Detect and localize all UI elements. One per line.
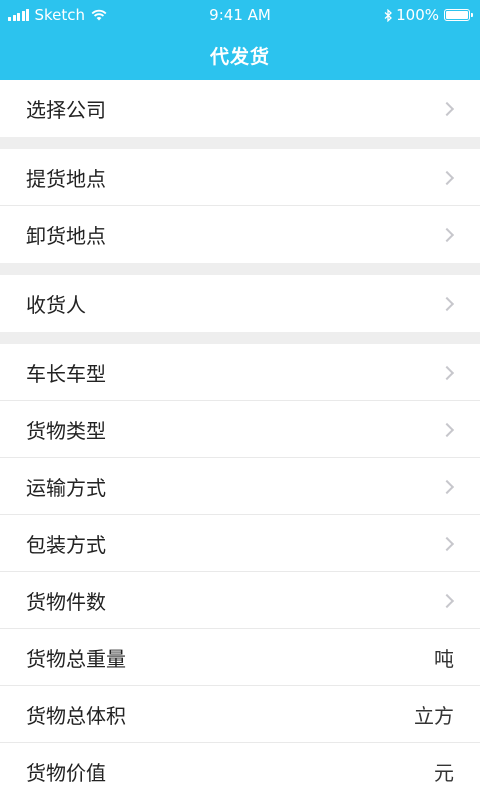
form-list: 选择公司 提货地点 卸货地点 收货人 车长车型 货物类型 运输方式 包装方式 货… xyxy=(0,80,480,800)
row-label: 货物价值 xyxy=(26,761,106,785)
group-company: 选择公司 xyxy=(0,80,480,137)
row-total-volume[interactable]: 货物总体积 立方 xyxy=(0,686,480,743)
row-cargo-value[interactable]: 货物价值 元 xyxy=(0,743,480,800)
status-right: 100% xyxy=(384,6,473,24)
chevron-right-icon xyxy=(439,101,455,116)
row-label: 货物件数 xyxy=(26,590,106,614)
row-select-company[interactable]: 选择公司 xyxy=(0,80,480,137)
chevron-right-icon xyxy=(439,227,455,242)
row-label: 卸货地点 xyxy=(26,224,106,248)
row-label: 收货人 xyxy=(26,293,86,317)
section-gap xyxy=(0,137,480,149)
bluetooth-icon xyxy=(384,8,393,22)
row-cargo-count[interactable]: 货物件数 xyxy=(0,572,480,629)
chevron-right-icon xyxy=(439,593,455,608)
chevron-right-icon xyxy=(439,479,455,494)
chevron-right-icon xyxy=(439,296,455,311)
chevron-right-icon xyxy=(439,170,455,185)
row-label: 包装方式 xyxy=(26,533,106,557)
row-consignee[interactable]: 收货人 xyxy=(0,275,480,332)
row-total-weight[interactable]: 货物总重量 吨 xyxy=(0,629,480,686)
row-label: 运输方式 xyxy=(26,476,106,500)
row-pickup-location[interactable]: 提货地点 xyxy=(0,149,480,206)
row-unload-location[interactable]: 卸货地点 xyxy=(0,206,480,263)
status-bar: Sketch 9:41 AM 100% xyxy=(0,0,480,30)
battery-icon xyxy=(444,9,473,21)
unit-label: 元 xyxy=(434,761,454,785)
section-gap xyxy=(0,332,480,344)
group-cargo: 车长车型 货物类型 运输方式 包装方式 货物件数 货物总重量 吨 货物总体积 立… xyxy=(0,344,480,800)
section-gap xyxy=(0,263,480,275)
chevron-right-icon xyxy=(439,536,455,551)
row-label: 车长车型 xyxy=(26,362,106,386)
row-transport-mode[interactable]: 运输方式 xyxy=(0,458,480,515)
row-label: 货物总重量 xyxy=(26,647,126,671)
row-packaging[interactable]: 包装方式 xyxy=(0,515,480,572)
row-label: 货物总体积 xyxy=(26,704,126,728)
row-label: 货物类型 xyxy=(26,419,106,443)
unit-label: 吨 xyxy=(434,647,454,671)
battery-percent: 100% xyxy=(396,6,439,24)
nav-header: Sketch 9:41 AM 100% 代发货 xyxy=(0,0,480,80)
page-title: 代发货 xyxy=(209,46,270,68)
row-cargo-type[interactable]: 货物类型 xyxy=(0,401,480,458)
unit-label: 立方 xyxy=(414,704,454,728)
row-label: 选择公司 xyxy=(26,98,106,122)
row-vehicle-type[interactable]: 车长车型 xyxy=(0,344,480,401)
chevron-right-icon xyxy=(439,365,455,380)
chevron-right-icon xyxy=(439,422,455,437)
row-label: 提货地点 xyxy=(26,167,106,191)
group-consignee: 收货人 xyxy=(0,275,480,332)
group-locations: 提货地点 卸货地点 xyxy=(0,149,480,263)
